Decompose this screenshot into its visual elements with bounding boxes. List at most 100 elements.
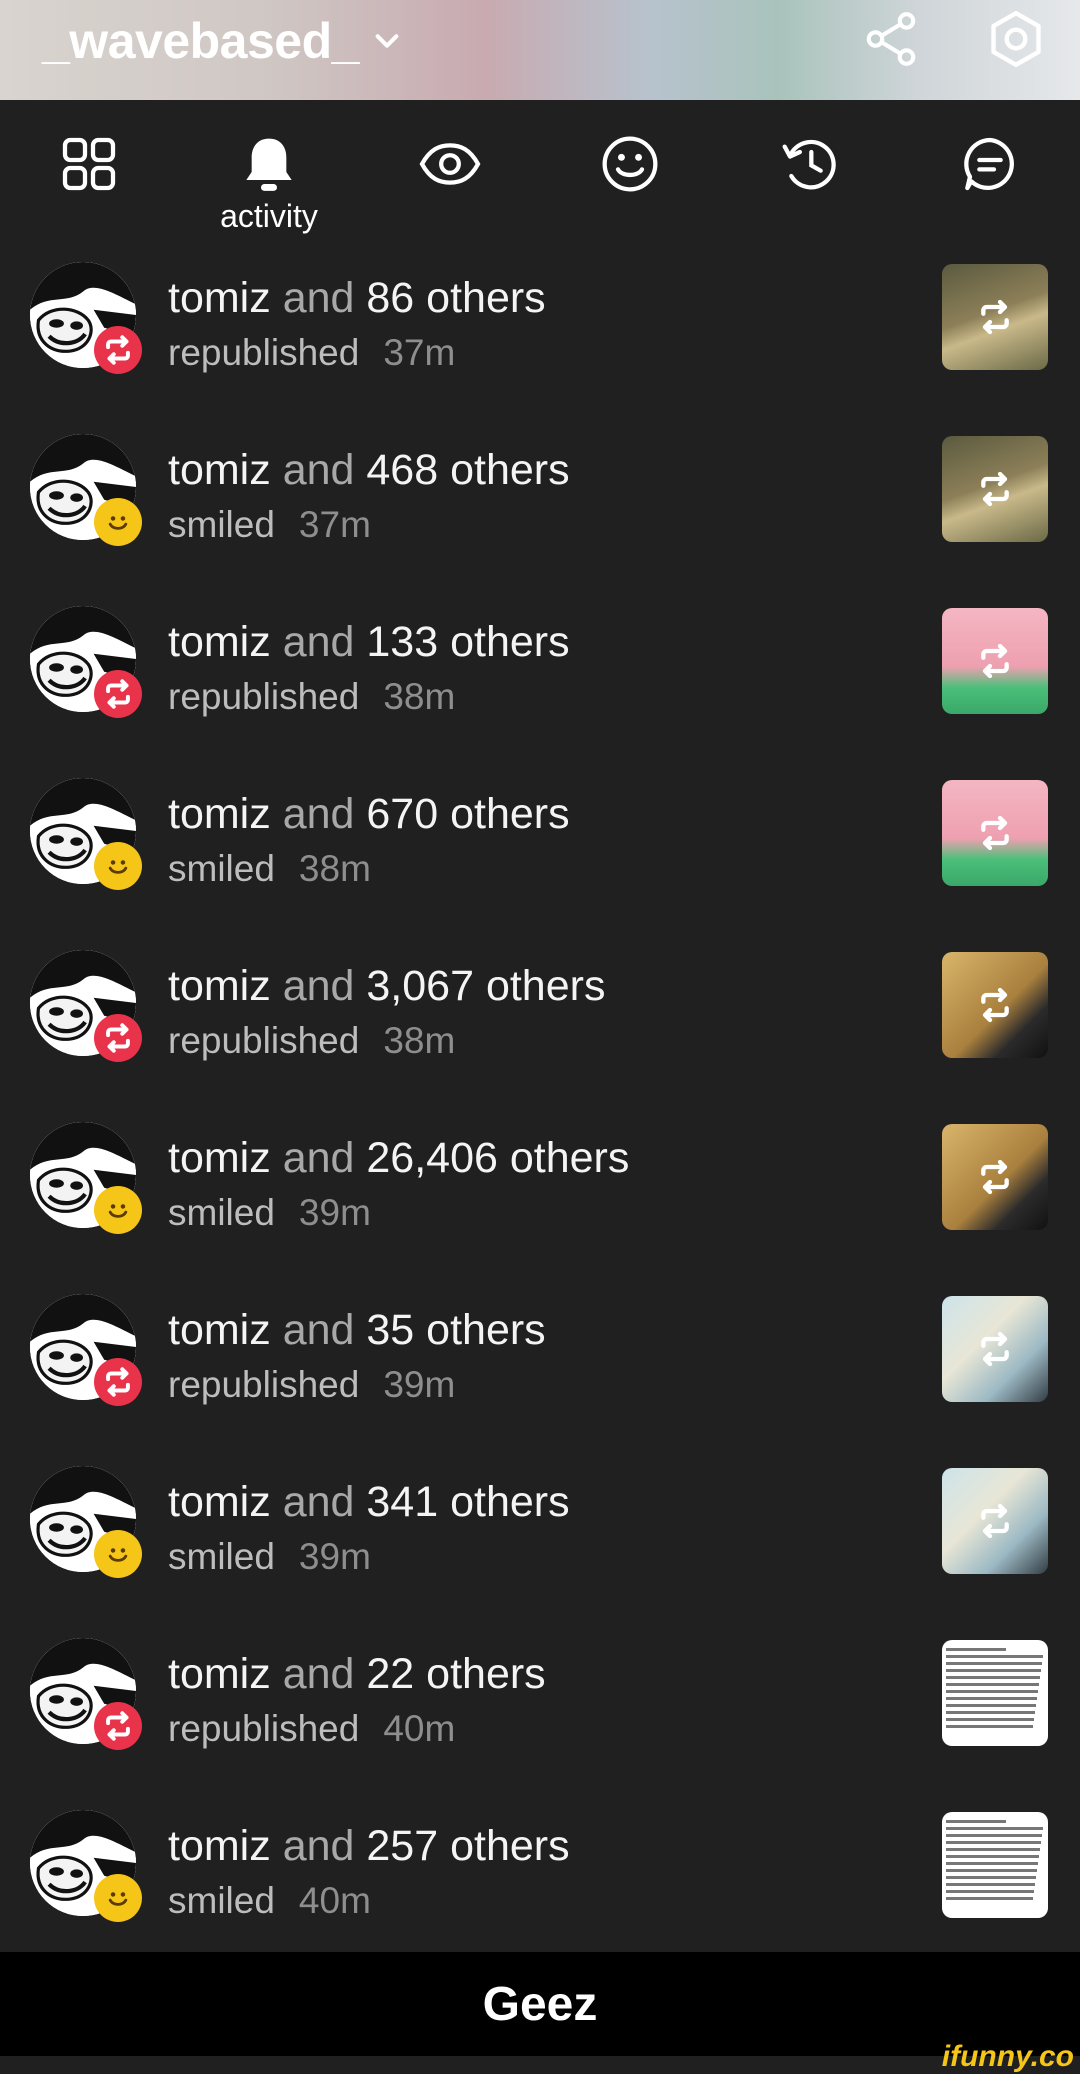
tab-grid[interactable] — [34, 120, 144, 240]
repost-overlay-icon — [975, 469, 1015, 509]
smile-badge-icon — [94, 1874, 142, 1922]
timestamp: 40m — [298, 1880, 371, 1921]
conjunction: and — [282, 1134, 355, 1182]
action-label: republished — [168, 1708, 360, 1749]
activity-list: tomiz and 86 others republished 37m tomiz a… — [0, 244, 1080, 1964]
list-item[interactable]: tomiz and 468 others smiled 37m — [0, 416, 1080, 588]
user-name[interactable]: tomiz — [168, 274, 271, 322]
republish-icon — [94, 1702, 142, 1750]
timestamp: 37m — [383, 332, 456, 373]
others-count[interactable]: 26,406 others — [366, 1134, 629, 1182]
action-label: republished — [168, 1020, 360, 1061]
others-count[interactable]: 670 others — [366, 790, 569, 838]
user-name[interactable]: tomiz — [168, 618, 271, 666]
post-thumbnail[interactable] — [942, 952, 1048, 1058]
action-label: smiled — [168, 1536, 275, 1577]
activity-tabs: activity — [0, 120, 1080, 240]
timestamp: 38m — [383, 1020, 456, 1061]
settings-icon[interactable] — [985, 8, 1047, 70]
repost-overlay-icon — [975, 813, 1015, 853]
others-count[interactable]: 86 others — [366, 274, 545, 322]
timestamp: 37m — [298, 504, 371, 545]
smile-badge-icon — [94, 842, 142, 890]
others-count[interactable]: 133 others — [366, 618, 569, 666]
action-label: smiled — [168, 504, 275, 545]
conjunction: and — [282, 790, 355, 838]
activity-summary: tomiz and 670 others — [168, 790, 570, 839]
smile-badge-icon — [94, 1530, 142, 1578]
republish-icon — [94, 1014, 142, 1062]
post-thumbnail[interactable] — [942, 780, 1048, 886]
list-item[interactable]: tomiz and 3,067 others republished 38m — [0, 932, 1080, 1104]
activity-meta: republished 38m — [168, 1020, 455, 1062]
tab-comments[interactable] — [935, 120, 1045, 240]
share-icon[interactable] — [860, 8, 922, 70]
smile-icon — [602, 136, 658, 192]
username: _wavebased_ — [42, 13, 359, 69]
list-item[interactable]: tomiz and 86 others republished 37m — [0, 244, 1080, 416]
activity-meta: smiled 39m — [168, 1192, 371, 1234]
action-label: republished — [168, 1364, 360, 1405]
list-item[interactable]: tomiz and 670 others smiled 38m — [0, 760, 1080, 932]
list-item[interactable]: tomiz and 22 others republished 40m — [0, 1620, 1080, 1792]
activity-meta: smiled 37m — [168, 504, 371, 546]
user-name[interactable]: tomiz — [168, 446, 271, 494]
user-name[interactable]: tomiz — [168, 790, 271, 838]
activity-meta: republished 39m — [168, 1364, 455, 1406]
user-name[interactable]: tomiz — [168, 1822, 271, 1870]
user-name[interactable]: tomiz — [168, 1650, 271, 1698]
post-thumbnail[interactable] — [942, 1468, 1048, 1574]
meme-caption: Geez — [482, 1977, 598, 2031]
action-label: republished — [168, 676, 360, 717]
timestamp: 38m — [383, 676, 456, 717]
post-thumbnail[interactable] — [942, 1124, 1048, 1230]
tab-activity[interactable]: activity — [214, 120, 324, 240]
republish-icon — [94, 1358, 142, 1406]
others-count[interactable]: 3,067 others — [366, 962, 605, 1010]
activity-meta: republished 37m — [168, 332, 455, 374]
others-count[interactable]: 468 others — [366, 446, 569, 494]
others-count[interactable]: 35 others — [366, 1306, 545, 1354]
user-name[interactable]: tomiz — [168, 962, 271, 1010]
repost-overlay-icon — [975, 297, 1015, 337]
bottom-strip — [0, 2056, 1080, 2074]
conjunction: and — [282, 1306, 355, 1354]
conjunction: and — [282, 446, 355, 494]
list-item[interactable]: tomiz and 257 others smiled 40m — [0, 1792, 1080, 1964]
others-count[interactable]: 341 others — [366, 1478, 569, 1526]
post-thumbnail[interactable] — [942, 608, 1048, 714]
grid-icon — [62, 137, 116, 191]
activity-summary: tomiz and 22 others — [168, 1650, 546, 1699]
timestamp: 39m — [298, 1536, 371, 1577]
list-item[interactable]: tomiz and 35 others republished 39m — [0, 1276, 1080, 1448]
conjunction: and — [282, 618, 355, 666]
eye-icon — [419, 143, 481, 185]
others-count[interactable]: 257 others — [366, 1822, 569, 1870]
list-item[interactable]: tomiz and 26,406 others smiled 39m — [0, 1104, 1080, 1276]
timestamp: 38m — [298, 848, 371, 889]
post-thumbnail[interactable] — [942, 1640, 1048, 1746]
post-thumbnail[interactable] — [942, 436, 1048, 542]
list-item[interactable]: tomiz and 133 others republished 38m — [0, 588, 1080, 760]
tab-smiles[interactable] — [575, 120, 685, 240]
activity-summary: tomiz and 35 others — [168, 1306, 546, 1355]
activity-summary: tomiz and 468 others — [168, 446, 570, 495]
activity-summary: tomiz and 3,067 others — [168, 962, 605, 1011]
tab-views[interactable] — [395, 120, 505, 240]
activity-summary: tomiz and 86 others — [168, 274, 546, 323]
tab-history[interactable] — [755, 120, 865, 240]
others-count[interactable]: 22 others — [366, 1650, 545, 1698]
repost-overlay-icon — [975, 985, 1015, 1025]
timestamp: 39m — [298, 1192, 371, 1233]
post-thumbnail[interactable] — [942, 1296, 1048, 1402]
user-name[interactable]: tomiz — [168, 1478, 271, 1526]
watermark: ifunny.co — [941, 2040, 1074, 2073]
post-thumbnail[interactable] — [942, 1812, 1048, 1918]
post-thumbnail[interactable] — [942, 264, 1048, 370]
user-name[interactable]: tomiz — [168, 1306, 271, 1354]
account-switcher[interactable]: _wavebased_ — [42, 12, 401, 70]
activity-meta: republished 40m — [168, 1708, 455, 1750]
list-item[interactable]: tomiz and 341 others smiled 39m — [0, 1448, 1080, 1620]
user-name[interactable]: tomiz — [168, 1134, 271, 1182]
conjunction: and — [282, 962, 355, 1010]
